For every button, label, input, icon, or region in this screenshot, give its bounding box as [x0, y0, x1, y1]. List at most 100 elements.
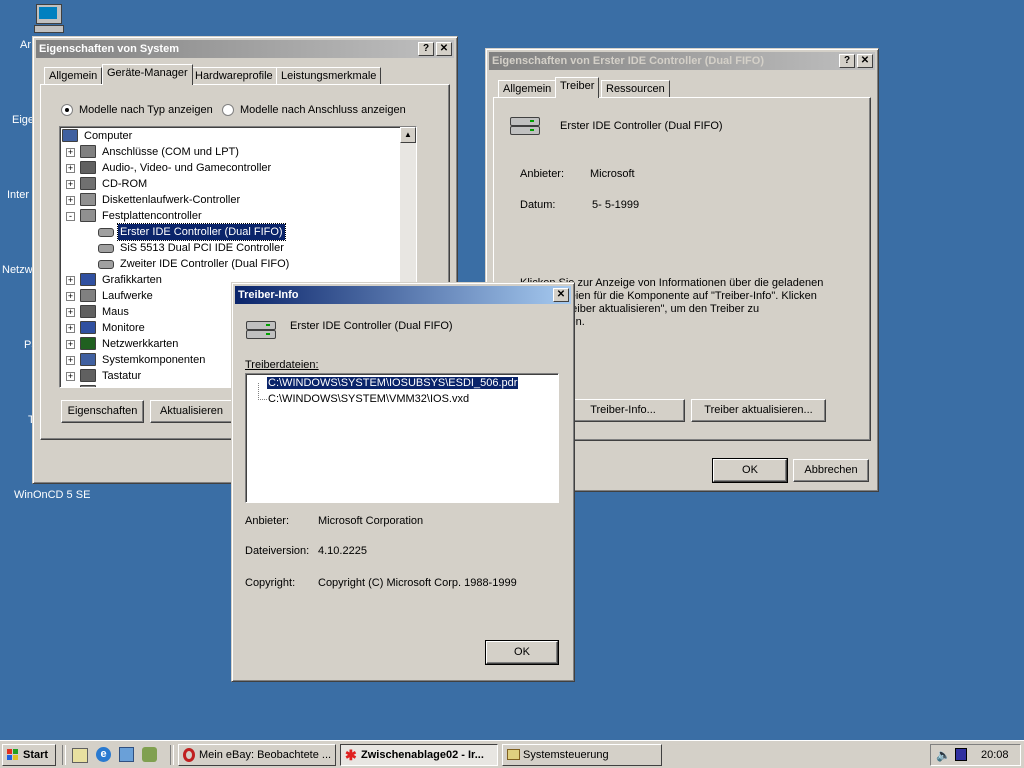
refresh-button[interactable]: Aktualisieren [150, 400, 233, 423]
floppy-icon[interactable] [955, 748, 967, 761]
device-icon [80, 273, 96, 286]
close-button[interactable]: ✕ [553, 288, 569, 302]
driver-info-button[interactable]: Treiber-Info... [561, 399, 685, 422]
tree-item-label: CD-ROM [102, 178, 148, 190]
tree-item-label: Netzwerkkarten [102, 338, 179, 350]
driver-files-list[interactable]: C:\WINDOWS\SYSTEM\IOSUBSYS\ESDI_506.pdr … [245, 373, 559, 503]
tab-general[interactable]: Allgemein [44, 67, 103, 85]
radio-by-type-label[interactable]: Modelle nach Typ anzeigen [79, 104, 213, 116]
radio-by-type[interactable] [61, 104, 73, 116]
device-icon [80, 177, 96, 190]
desktop-icon-label[interactable]: Ar [20, 39, 31, 51]
tree-item[interactable]: Erster IDE Controller (Dual FIFO) [60, 223, 398, 241]
device-icon [80, 305, 96, 318]
expand-icon[interactable]: + [66, 164, 75, 173]
tree-item[interactable]: SiS 5513 Dual PCI IDE Controller [60, 240, 398, 256]
tab-driver[interactable]: Treiber [555, 77, 600, 98]
expand-icon[interactable]: + [66, 148, 75, 157]
scroll-up-button[interactable]: ▲ [400, 127, 416, 143]
taskbar-button-control-panel[interactable]: Systemsteuerung [502, 744, 662, 766]
vendor-label: Anbieter: [520, 168, 565, 180]
vendor-value: Microsoft [590, 168, 635, 180]
expand-icon[interactable]: + [66, 292, 75, 301]
expand-icon[interactable]: + [66, 324, 75, 333]
driver-info-titlebar[interactable]: Treiber-Info ✕ [235, 286, 571, 304]
show-desktop-icon[interactable] [72, 748, 88, 763]
ok-button[interactable]: OK [485, 640, 559, 665]
tab-device-manager[interactable]: Geräte-Manager [102, 64, 193, 85]
expand-icon[interactable]: + [66, 196, 75, 205]
file-version-value: 4.10.2225 [318, 545, 367, 557]
tree-item[interactable]: + Audio-, Video- und Gamecontroller [60, 160, 398, 176]
desktop-icon-label[interactable]: Eige [12, 114, 34, 126]
control-panel-icon [507, 749, 520, 760]
radio-by-connection-label[interactable]: Modelle nach Anschluss anzeigen [240, 104, 406, 116]
channels-icon[interactable] [119, 747, 134, 762]
window-title: Eigenschaften von Erster IDE Controller … [492, 55, 764, 67]
quicklaunch-separator [62, 745, 66, 765]
tree-item-label: Monitore [102, 322, 145, 334]
desktop-icon-label[interactable]: Inter [7, 189, 29, 201]
help-button[interactable]: ? [418, 42, 434, 56]
cancel-button[interactable]: Abbrechen [793, 459, 869, 482]
tree-item[interactable]: + CD-ROM [60, 176, 398, 192]
device-icon [80, 145, 96, 158]
device-icon [80, 321, 96, 334]
tree-item-label: Audio-, Video- und Gamecontroller [102, 162, 272, 174]
device-icon [62, 129, 78, 142]
radio-by-connection[interactable] [222, 104, 234, 116]
date-label: Datum: [520, 199, 556, 211]
collapse-icon[interactable]: - [66, 212, 75, 221]
expand-icon[interactable]: + [66, 308, 75, 317]
start-button[interactable]: Start [2, 744, 56, 766]
tree-item[interactable]: Zweiter IDE Controller (Dual FIFO) [60, 256, 398, 272]
expand-icon[interactable]: + [66, 276, 75, 285]
system-tray: 🔈 20:08 [930, 744, 1021, 766]
expand-icon[interactable]: + [66, 340, 75, 349]
tree-item-label: Systemkomponenten [102, 354, 206, 366]
tab-general[interactable]: Allgemein [498, 80, 557, 98]
tab-hardware-profiles[interactable]: Hardwareprofile [190, 67, 278, 85]
close-button[interactable]: ✕ [857, 54, 873, 68]
tab-performance[interactable]: Leistungsmerkmale [276, 67, 382, 85]
taskbar-button-clipboard[interactable]: ✱ Zwischenablage02 - Ir... [340, 744, 498, 766]
launch-icon[interactable] [142, 747, 157, 762]
driver-file-item[interactable]: C:\WINDOWS\SYSTEM\IOSUBSYS\ESDI_506.pdr [265, 376, 520, 390]
my-computer-icon[interactable] [34, 4, 64, 33]
taskbar-button-ebay[interactable]: Mein eBay: Beobachtete ... [178, 744, 336, 766]
tree-item-label: Erster IDE Controller (Dual FIFO) [117, 223, 286, 241]
close-button[interactable]: ✕ [436, 42, 452, 56]
opera-icon [183, 748, 195, 762]
device-name: Erster IDE Controller (Dual FIFO) [560, 120, 723, 132]
device-icon [98, 260, 114, 269]
vendor-value: Microsoft Corporation [318, 515, 424, 527]
update-driver-button[interactable]: Treiber aktualisieren... [691, 399, 826, 422]
device-icon [80, 353, 96, 366]
ok-button[interactable]: OK [712, 458, 788, 483]
tree-item-label: Anschlüsse (COM und LPT) [102, 146, 239, 158]
copyright-label: Copyright: [245, 577, 296, 589]
expand-icon[interactable]: + [66, 372, 75, 381]
system-properties-titlebar[interactable]: Eigenschaften von System ? ✕ [36, 40, 454, 58]
volume-icon[interactable]: 🔈 [936, 748, 951, 762]
device-icon [80, 193, 96, 206]
file-version-label: Dateiversion: [245, 545, 310, 557]
properties-button[interactable]: Eigenschaften [61, 400, 144, 423]
desktop-icon-label[interactable]: Netzw [2, 264, 33, 276]
tree-item[interactable]: + Anschlüsse (COM und LPT) [60, 144, 398, 160]
clock[interactable]: 20:08 [981, 745, 1009, 765]
controller-icon [246, 319, 276, 339]
browser-icon[interactable]: e [96, 747, 111, 762]
desktop-icon-label[interactable]: WinOnCD 5 SE [14, 489, 90, 501]
tab-resources[interactable]: Ressourcen [601, 80, 670, 98]
tree-item[interactable]: + Diskettenlaufwerk-Controller [60, 192, 398, 208]
help-button[interactable]: ? [839, 54, 855, 68]
expand-icon[interactable]: + [66, 356, 75, 365]
controller-properties-titlebar[interactable]: Eigenschaften von Erster IDE Controller … [489, 52, 875, 70]
tree-item-label: Universal Image Mounter [100, 384, 227, 387]
driver-file-item[interactable]: C:\WINDOWS\SYSTEM\VMM32\IOS.vxd [268, 393, 469, 405]
tree-item[interactable]: - Festplattencontroller [60, 208, 398, 224]
tree-item[interactable]: Computer [60, 128, 398, 144]
expand-icon[interactable]: + [66, 180, 75, 189]
device-icon [80, 161, 96, 174]
